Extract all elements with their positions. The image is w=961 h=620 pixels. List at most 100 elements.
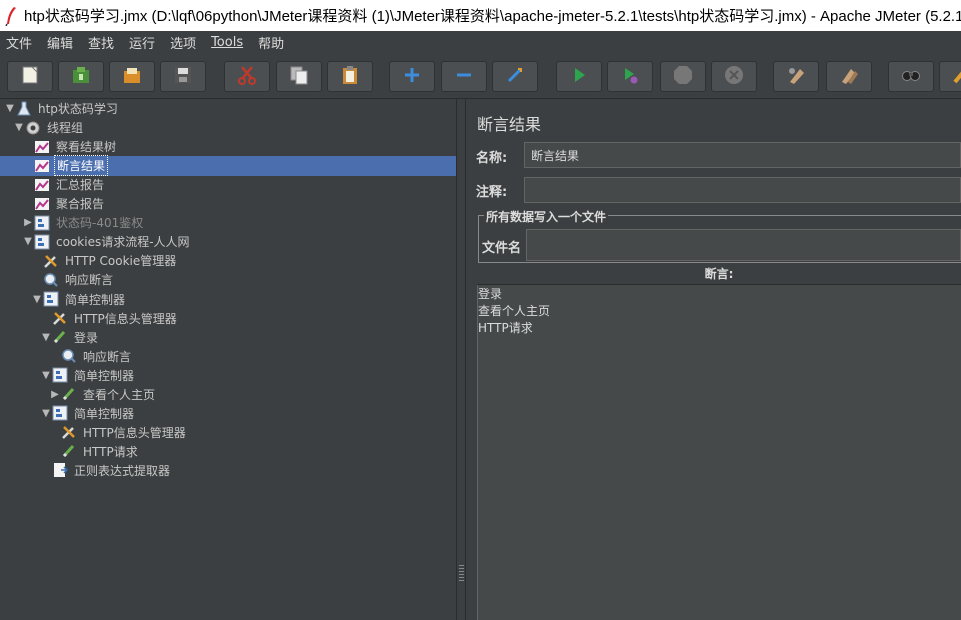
tree-node[interactable]: ▼ 登录 bbox=[40, 328, 100, 347]
controller-icon bbox=[34, 234, 50, 250]
menu-help[interactable]: 帮助 bbox=[258, 33, 284, 52]
tree-node-label: 察看结果树 bbox=[56, 140, 117, 155]
tree-node[interactable]: 响应断言 bbox=[31, 270, 115, 289]
panel-title: 断言结果 bbox=[477, 115, 542, 134]
tree-node[interactable]: HTTP信息头管理器 bbox=[49, 423, 188, 442]
assertions-header: 断言: bbox=[477, 265, 961, 285]
tree-node[interactable]: ▶ 查看个人主页 bbox=[49, 385, 157, 404]
collapse-all-button[interactable] bbox=[441, 61, 487, 92]
save-button[interactable] bbox=[160, 61, 206, 92]
toggle-button[interactable] bbox=[492, 61, 538, 92]
start-button[interactable] bbox=[556, 61, 602, 92]
tree-node[interactable]: 聚合报告 bbox=[22, 194, 106, 213]
templates-icon bbox=[70, 64, 92, 89]
menu-tools[interactable]: Tools bbox=[211, 35, 243, 50]
tree-node[interactable]: ▼ 简单控制器 bbox=[40, 404, 136, 423]
controller-icon bbox=[34, 215, 50, 231]
clear-all-button[interactable] bbox=[826, 61, 872, 92]
expand-arrow-icon[interactable]: ▶ bbox=[22, 217, 34, 228]
tree-node[interactable]: ▼ 简单控制器 bbox=[31, 290, 127, 309]
menu-edit[interactable]: 编辑 bbox=[47, 33, 73, 52]
tree-node-label: 汇总报告 bbox=[56, 178, 105, 193]
tree-node[interactable]: ▼ cookies请求流程-人人网 bbox=[22, 232, 192, 251]
tree-node-label: 响应断言 bbox=[83, 349, 132, 364]
templates-button[interactable] bbox=[58, 61, 104, 92]
tree-node-label: HTTP Cookie管理器 bbox=[65, 254, 177, 269]
tree-node[interactable]: 察看结果树 bbox=[22, 137, 118, 156]
search-button[interactable] bbox=[888, 61, 934, 92]
tree-node-label: HTTP信息头管理器 bbox=[83, 425, 186, 440]
stop-icon bbox=[672, 64, 694, 89]
reset-search-icon bbox=[951, 64, 961, 89]
tree-node[interactable]: HTTP信息头管理器 bbox=[40, 309, 179, 328]
copy-button[interactable] bbox=[276, 61, 322, 92]
shutdown-button[interactable] bbox=[711, 61, 757, 92]
collapse-arrow-icon[interactable]: ▼ bbox=[22, 236, 34, 247]
reset-search-button[interactable] bbox=[939, 61, 961, 92]
menu-options[interactable]: 选项 bbox=[170, 33, 196, 52]
menu-tools-label: Tools bbox=[211, 34, 244, 50]
collapse-arrow-icon[interactable]: ▼ bbox=[4, 103, 16, 114]
name-field[interactable]: 断言结果 bbox=[524, 142, 961, 168]
tree-node-label: 响应断言 bbox=[65, 273, 114, 288]
threadgroup-icon bbox=[25, 120, 41, 136]
clear-button[interactable] bbox=[773, 61, 819, 92]
assertions-text-area[interactable]: 登录 查看个人主页 HTTP请求 bbox=[477, 285, 961, 620]
tree-node-label: htp状态码学习 bbox=[38, 102, 118, 116]
tree-node[interactable]: 汇总报告 bbox=[22, 175, 106, 194]
sampler-icon bbox=[61, 386, 77, 402]
open-button[interactable] bbox=[109, 61, 155, 92]
listener-icon bbox=[34, 196, 50, 212]
tree-node[interactable]: 断言结果 bbox=[22, 155, 109, 177]
window-titlebar: htp状态码学习.jmx (D:\lqf\06python\JMeter课程资料… bbox=[0, 0, 961, 31]
controller-icon bbox=[52, 367, 68, 383]
tree-node[interactable]: ▼ 简单控制器 bbox=[40, 366, 136, 385]
menu-bar: 文件 编辑 查找 运行 选项 Tools 帮助 bbox=[0, 31, 961, 53]
tree-node[interactable]: 响应断言 bbox=[49, 347, 133, 366]
tree-node-label: 正则表达式提取器 bbox=[74, 463, 171, 478]
split-pane-divider[interactable] bbox=[456, 99, 466, 620]
tree-node-label: 线程组 bbox=[47, 121, 84, 136]
filename-label: 文件名 bbox=[482, 241, 522, 256]
tree-node[interactable]: HTTP Cookie管理器 bbox=[31, 251, 178, 270]
collapse-icon bbox=[453, 64, 475, 89]
collapse-arrow-icon[interactable]: ▼ bbox=[31, 294, 43, 305]
open-icon bbox=[121, 64, 143, 89]
assertion-results-panel: 断言结果 名称: 断言结果 注释: 所有数据写入一个文件 文件名 断言: 登录 … bbox=[466, 99, 961, 620]
divider-grip-icon bbox=[459, 565, 464, 583]
menu-run[interactable]: 运行 bbox=[129, 33, 155, 52]
collapse-arrow-icon[interactable]: ▼ bbox=[13, 122, 25, 133]
tree-node-label: 状态码-401鉴权 bbox=[56, 216, 144, 231]
expand-arrow-icon[interactable]: ▶ bbox=[49, 389, 61, 400]
copy-icon bbox=[288, 64, 310, 89]
start-no-pauses-button[interactable] bbox=[607, 61, 653, 92]
tree-node-label: 查看个人主页 bbox=[83, 387, 156, 402]
tree-node[interactable]: ▼ htp状态码学习 bbox=[4, 99, 120, 118]
collapse-arrow-icon[interactable]: ▼ bbox=[40, 370, 52, 381]
tree-node[interactable]: ▼ 线程组 bbox=[13, 118, 85, 137]
cut-button[interactable] bbox=[224, 61, 270, 92]
collapse-arrow-icon[interactable]: ▼ bbox=[40, 332, 52, 343]
start-no-pauses-icon bbox=[619, 64, 641, 89]
jmeter-feather-icon bbox=[4, 5, 18, 27]
toolbar bbox=[0, 53, 961, 99]
stop-button[interactable] bbox=[660, 61, 706, 92]
sampler-icon bbox=[61, 443, 77, 459]
comment-field[interactable] bbox=[524, 177, 961, 203]
tree-node[interactable]: ▶ 状态码-401鉴权 bbox=[22, 213, 145, 232]
controller-icon bbox=[52, 405, 68, 421]
paste-button[interactable] bbox=[327, 61, 373, 92]
tree-node-label: 简单控制器 bbox=[65, 292, 126, 307]
expand-all-button[interactable] bbox=[389, 61, 435, 92]
menu-file[interactable]: 文件 bbox=[6, 33, 32, 52]
filename-field[interactable] bbox=[526, 229, 961, 261]
tree-node-label: cookies请求流程-人人网 bbox=[56, 235, 190, 250]
collapse-arrow-icon[interactable]: ▼ bbox=[40, 408, 52, 419]
config-icon bbox=[43, 253, 59, 269]
tree-node[interactable]: 正则表达式提取器 bbox=[40, 461, 172, 480]
tree-node[interactable]: HTTP请求 bbox=[49, 442, 140, 461]
menu-search[interactable]: 查找 bbox=[88, 33, 114, 52]
cut-icon bbox=[236, 64, 258, 89]
tree-node-label: HTTP信息头管理器 bbox=[74, 311, 177, 326]
new-button[interactable] bbox=[7, 61, 53, 92]
